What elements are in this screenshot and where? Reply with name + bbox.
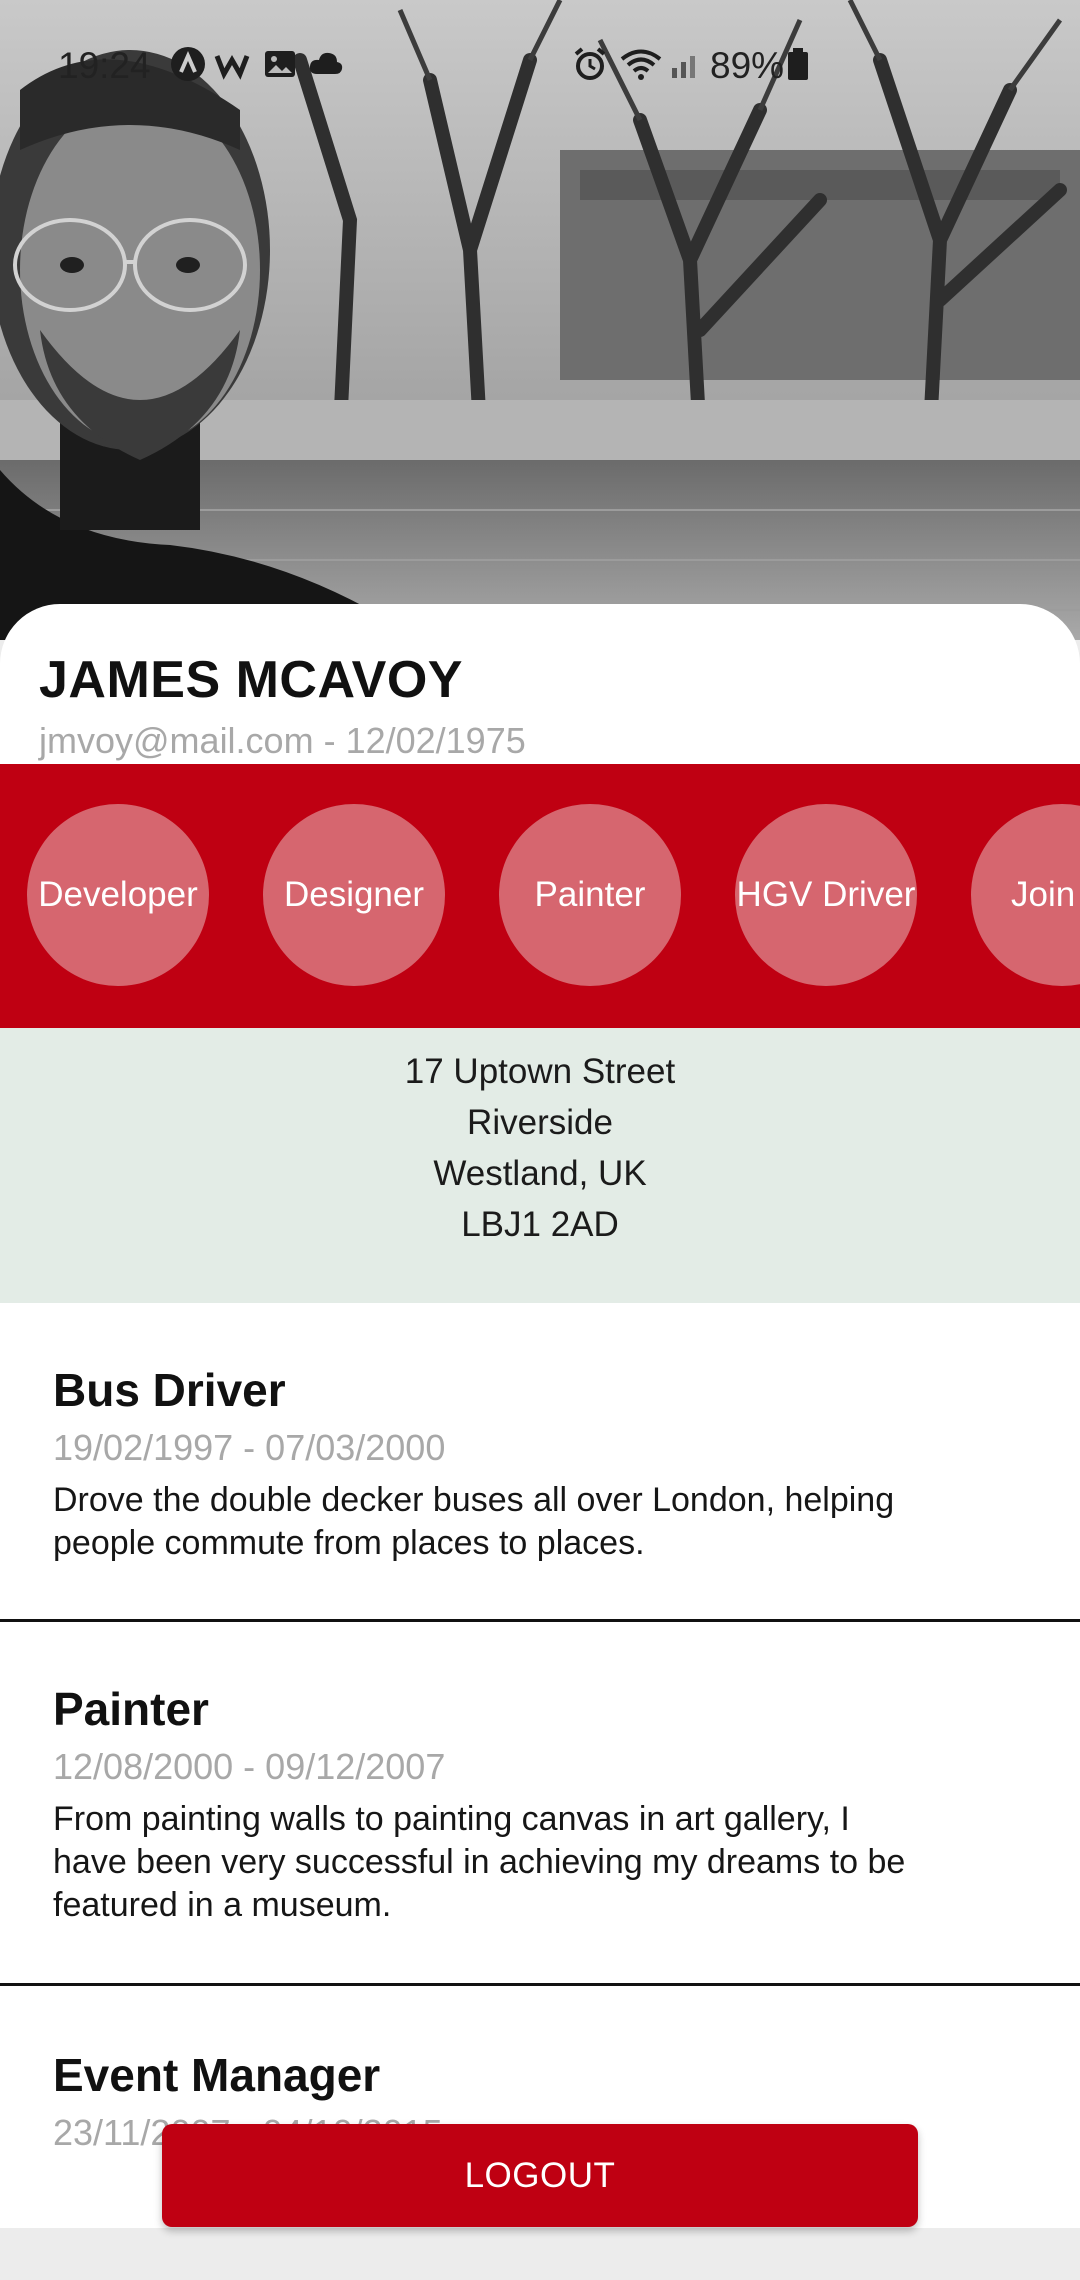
- alarm-icon: [574, 47, 606, 80]
- wifi-icon: [620, 49, 662, 80]
- skill-chip-hgv-driver[interactable]: HGV Driver: [735, 804, 917, 986]
- address-area: Riverside: [467, 1103, 613, 1142]
- signal-icon: [672, 56, 695, 78]
- experience-description-line: have been very successful in achieving m…: [53, 1843, 906, 1881]
- experience-title: Bus Driver: [53, 1364, 286, 1416]
- experience-description: Drove the double decker buses all over L…: [53, 1479, 1013, 1565]
- experience-description-line: featured in a museum.: [53, 1886, 392, 1924]
- cloud-icon: [309, 52, 343, 74]
- experience-item: Bus Driver 19/02/1997 - 07/03/2000 Drove…: [0, 1303, 1080, 1620]
- bottom-area: [0, 2228, 1080, 2280]
- experience-description: From painting walls to painting canvas i…: [53, 1798, 1013, 1927]
- experience-description-line: Drove the double decker buses all over L…: [53, 1481, 895, 1519]
- address-street: 17 Uptown Street: [404, 1052, 676, 1091]
- profile-email-birthdate: jmvoy@mail.com - 12/02/1975: [39, 720, 526, 761]
- app-a-icon: [171, 47, 205, 81]
- experience-title: Painter: [53, 1683, 209, 1735]
- experience-item: Painter 12/08/2000 - 09/12/2007 From pai…: [0, 1622, 1080, 1984]
- address-region: Westland, UK: [433, 1154, 647, 1193]
- experience-description-line: people commute from places to places.: [53, 1524, 645, 1562]
- logout-button[interactable]: LOGOUT: [162, 2124, 918, 2227]
- w-app-icon: [214, 54, 250, 80]
- skill-chip-designer[interactable]: Designer: [263, 804, 445, 986]
- skill-chip-painter[interactable]: Painter: [499, 804, 681, 986]
- profile-name: JAMES MCAVOY: [39, 651, 463, 709]
- skill-chip-join[interactable]: Join: [971, 804, 1080, 986]
- address-panel: 17 Uptown Street Riverside Westland, UK …: [0, 1028, 1080, 1303]
- experience-description-line: From painting walls to painting canvas i…: [53, 1800, 850, 1838]
- skills-carousel[interactable]: Developer Designer Painter HGV Driver Jo…: [0, 764, 1080, 1028]
- experience-list[interactable]: Bus Driver 19/02/1997 - 07/03/2000 Drove…: [0, 1303, 1080, 2228]
- experience-dates: 19/02/1997 - 07/03/2000: [53, 1427, 446, 1468]
- battery-percent: 89%: [710, 45, 785, 86]
- skill-chip-developer[interactable]: Developer: [27, 804, 209, 986]
- experience-dates: 12/08/2000 - 09/12/2007: [53, 1746, 446, 1787]
- experience-title: Event Manager: [53, 2049, 381, 2101]
- status-bar: 19:24 89%: [0, 0, 1080, 135]
- address-postcode: LBJ1 2AD: [461, 1205, 619, 1244]
- gallery-icon: [265, 51, 295, 77]
- battery-icon: [788, 48, 808, 80]
- status-time: 19:24: [58, 45, 151, 86]
